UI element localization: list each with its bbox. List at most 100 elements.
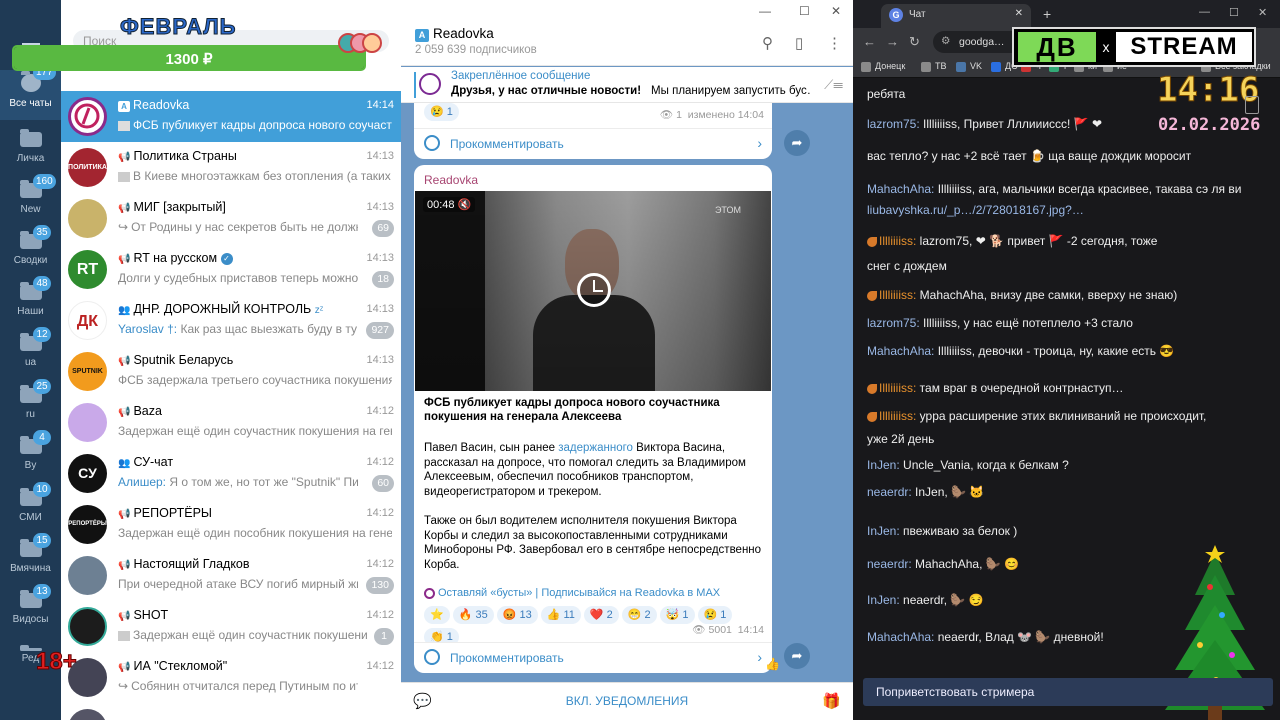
new-tab-button[interactable]: + [1043, 6, 1051, 22]
group-icon: 👥 [118, 458, 131, 469]
more-icon[interactable]: ⋮ [827, 34, 842, 52]
chat-item-politika[interactable]: ПОЛИТИКА 📢 Политика Страны 14:13 В Киеве … [61, 142, 401, 193]
folder-all-chats[interactable]: 177 Все чаты [0, 65, 61, 120]
reaction-chip[interactable]: ⭐ [424, 606, 450, 624]
reaction-chip[interactable]: 😢 1 [697, 606, 733, 624]
folder-nashi[interactable]: 48 Наши [0, 276, 61, 331]
folder-ru[interactable]: 25 ru [0, 379, 61, 434]
unpin-icon[interactable]: ⟋☰ [824, 77, 843, 93]
folder-icon [921, 61, 931, 72]
chat-username[interactable]: InJen: [867, 524, 900, 538]
chat-username[interactable]: Illliiiiss: [879, 234, 916, 248]
chat-message: neaerdr: InJen, 🦫 🐱 [867, 484, 1267, 500]
folder-smi[interactable]: 10 СМИ [0, 482, 61, 537]
maximize-button[interactable]: ☐ [799, 4, 810, 18]
chat-message: InJen: пвеживаю за белок ) [867, 523, 1267, 539]
chat-item-gladkov[interactable]: 📢 Настоящий Гладков 14:12 При очередной а… [61, 550, 401, 601]
chat-message: InJen: Uncle_Vania, когда к белкам ? [867, 457, 1267, 473]
comment-button[interactable]: Прокомментировать › [414, 642, 772, 672]
reaction-chip[interactable]: 😁 2 [621, 606, 657, 624]
reload-icon[interactable]: ↻ [909, 34, 920, 50]
thumbs-up-icon[interactable]: 👍 [765, 657, 780, 671]
folder-by[interactable]: 4 By [0, 430, 61, 485]
chat-username[interactable]: lazrom75: [867, 117, 920, 131]
chat-text: MahachAha, внизу две самки, вверху не зн… [916, 288, 1178, 302]
chat-link[interactable]: liubavyshka.ru/_p…/2/728018167.jpg?… [867, 203, 1084, 217]
chat-username[interactable]: neaerdr: [867, 485, 912, 499]
folder-svodki[interactable]: 35 Сводки [0, 225, 61, 280]
bookmark-item[interactable]: Донецк [861, 61, 905, 72]
group-icon: 👥 [118, 305, 131, 316]
chat-username[interactable]: lazrom75: [867, 316, 920, 330]
chat-username[interactable]: neaerdr: [867, 557, 912, 571]
chat-item-sputnik[interactable]: SPUTNIK 📢 Sputnik Беларусь 14:13 ФСБ заде… [61, 346, 401, 397]
reaction-chip[interactable]: 🤯 1 [659, 606, 695, 624]
minimize-button[interactable]: — [1199, 6, 1210, 18]
avatar: RT [68, 250, 107, 289]
chat-item-baza[interactable]: 📢 Baza 14:12 Задержан ещё один соучастник… [61, 397, 401, 448]
chat-header[interactable]: A Readovka 2 059 639 подписчиков ⚲ ▯ ⋮ [401, 22, 853, 66]
folder-label: Наши [17, 306, 44, 317]
chat-item-su-chat[interactable]: СУ 👥 СУ-чат 14:12 Алишер: Я о том же, но … [61, 448, 401, 499]
chat-username[interactable]: Illliiiiss: [879, 409, 916, 423]
sender-name: Алишер: [118, 475, 167, 489]
chat-username[interactable]: Illliiiiss: [879, 288, 916, 302]
megaphone-icon: 📢 [118, 407, 131, 418]
folder-lichka[interactable]: Личка [0, 128, 61, 178]
folder-vidosy[interactable]: 13 Видосы [0, 584, 61, 639]
reaction-chip[interactable]: 👍 11 [540, 606, 581, 624]
back-icon[interactable]: ← [863, 34, 876, 49]
pinned-bold: Друзья, у нас отличные новости! [451, 85, 642, 97]
chat-item-mig[interactable]: 📢 МИГ [закрытый] 14:13 ↪ От Родины у нас с… [61, 193, 401, 244]
chat-time: 14:12 [366, 507, 394, 519]
close-button[interactable]: ✕ [831, 4, 841, 18]
promo-link: Оставляй «бусты» | Подписывайся на Reado… [438, 587, 721, 599]
site-settings-icon[interactable]: ⚙ [941, 35, 950, 47]
bookmark-item[interactable]: VK [956, 61, 982, 72]
chat-username[interactable]: MahachAha: [867, 630, 934, 644]
forward-button[interactable]: ➦ [784, 130, 810, 156]
sidebar-toggle-icon[interactable]: ▯ [795, 34, 803, 52]
greet-streamer-button[interactable]: Поприветствовать стримера [863, 678, 1273, 706]
comment-button[interactable]: Прокомментировать › [414, 128, 772, 158]
maximize-button[interactable]: ☐ [1229, 6, 1239, 19]
folder-new[interactable]: 160 New [0, 174, 61, 229]
close-button[interactable]: ✕ [1258, 6, 1267, 19]
chat-item-rt[interactable]: RT 📢 RT на русском ✓ 14:13 Долги у судебн… [61, 244, 401, 295]
reaction-chip[interactable]: 😡 13 [496, 606, 538, 624]
chat-username[interactable]: InJen: [867, 593, 900, 607]
chat-username[interactable]: MahachAha: [867, 344, 934, 358]
chat-name: СУ-чат [133, 455, 174, 469]
chat-item-partial[interactable] [61, 703, 401, 720]
chat-username[interactable]: Illliiiiss: [879, 381, 916, 395]
folder-label: Вмячина [10, 563, 51, 574]
close-tab-icon[interactable]: ✕ [1015, 8, 1023, 19]
mute-icon[interactable]: 🔇 [458, 199, 472, 211]
video-player[interactable]: 00:48 🔇 ЭТОМ [415, 191, 771, 391]
avatar [68, 199, 107, 238]
pinned-message-bar[interactable]: Закреплённое сообщение Друзья, у нас отл… [401, 67, 853, 103]
search-icon[interactable]: ⚲ [762, 34, 773, 52]
chat-name: SHOT [133, 608, 169, 622]
chat-item-reportery[interactable]: РЕПОРТЁРЫ 📢 РЕПОРТЁРЫ 14:12 Задержан ещё … [61, 499, 401, 550]
bookmark-item[interactable]: ТВ [921, 61, 947, 72]
forward-button[interactable]: ➦ [784, 643, 810, 669]
minimize-button[interactable]: — [759, 4, 771, 18]
reaction-chip[interactable]: ❤️ 2 [583, 606, 619, 624]
reaction-chip[interactable]: 🔥 35 [452, 606, 494, 624]
chat-item-steklomoy[interactable]: 📢 ИА "Стекломой" 14:12 ↪ Собянин отчитался… [61, 652, 401, 703]
message-link[interactable]: задержанного [558, 442, 633, 454]
forward-icon[interactable]: → [886, 34, 899, 49]
clock-icon[interactable] [577, 273, 611, 307]
chat-item-readovka[interactable]: A Readovka 14:14 ФСБ публикует кадры допр… [61, 91, 401, 142]
folder-vmyachina[interactable]: 15 Вмячина [0, 533, 61, 588]
chat-item-shot[interactable]: 📢 SHOT 14:12 Задержан ещё один соучастник… [61, 601, 401, 652]
folder-ua[interactable]: 12 ua [0, 327, 61, 382]
chat-item-dnr-control[interactable]: ДК 👥 ДНР. ДОРОЖНЫЙ КОНТРОЛЬ zᶻ 14:13 Yaro… [61, 295, 401, 346]
reaction-chip[interactable]: 😢 1 [424, 103, 459, 121]
gift-icon[interactable]: 🎁 [822, 692, 841, 710]
chat-username[interactable]: InJen: [867, 458, 900, 472]
tab-chat[interactable]: G Чат ✕ [881, 4, 1031, 28]
chat-username[interactable]: MahachAha: [867, 182, 934, 196]
unmute-button[interactable]: ВКЛ. УВЕДОМЛЕНИЯ [401, 694, 853, 708]
